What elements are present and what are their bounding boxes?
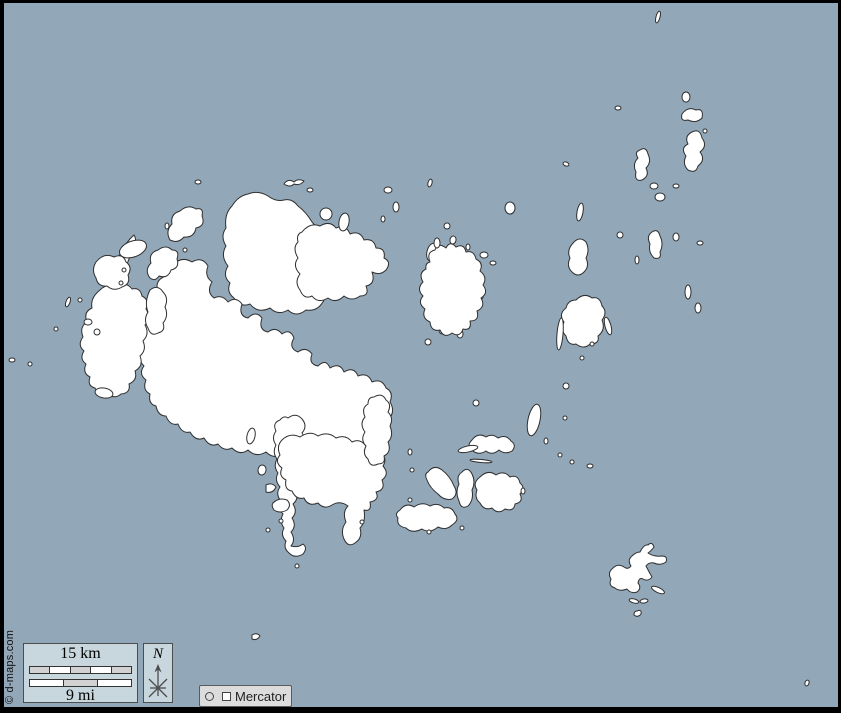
islet	[466, 244, 470, 250]
islet	[54, 327, 58, 331]
scale-segment	[97, 680, 131, 686]
islet	[122, 268, 126, 272]
scale-km-bar	[29, 666, 132, 674]
islet	[544, 438, 548, 444]
scale-mi-bar	[29, 679, 132, 687]
islet	[695, 303, 701, 313]
islet	[94, 329, 100, 335]
islet	[393, 202, 399, 212]
islet	[563, 416, 567, 420]
islet	[183, 248, 187, 252]
scale-segment	[111, 667, 131, 673]
islet	[617, 232, 623, 238]
islet	[460, 526, 464, 530]
circle-icon	[205, 692, 214, 701]
islet	[558, 453, 562, 457]
archipelago-map	[0, 0, 841, 713]
islet	[307, 188, 313, 192]
islet	[295, 564, 299, 568]
scale-segment	[30, 680, 63, 686]
islet	[505, 202, 515, 214]
scale-mi-label: 9 mi	[24, 687, 137, 705]
scale-segment	[49, 667, 69, 673]
islet	[84, 319, 92, 325]
islet	[384, 187, 392, 193]
islet	[697, 241, 703, 245]
islet	[146, 287, 167, 334]
islet	[165, 223, 169, 229]
islet	[360, 520, 364, 524]
islet	[396, 504, 457, 532]
islet	[490, 261, 496, 265]
scale-segment	[90, 667, 110, 673]
islet	[685, 285, 691, 299]
islet	[410, 468, 414, 472]
scale-segment	[30, 667, 49, 673]
scale-segment	[70, 667, 90, 673]
projection-label: Mercator	[235, 689, 286, 704]
islet	[521, 488, 525, 494]
islet	[563, 383, 569, 389]
islet	[673, 233, 679, 241]
islet	[469, 435, 514, 453]
islet	[587, 464, 593, 468]
islet	[434, 238, 440, 248]
islet	[408, 498, 412, 502]
scale-bar-panel: 15 km 9 mi	[23, 643, 138, 703]
islet	[682, 92, 690, 102]
islet	[580, 356, 584, 360]
islet	[195, 180, 201, 184]
islet	[320, 208, 332, 220]
islet	[427, 530, 431, 534]
islet	[634, 610, 641, 616]
islet	[650, 183, 658, 189]
islet	[444, 223, 450, 229]
islet	[381, 216, 385, 222]
north-arrow-star-icon	[145, 662, 171, 700]
islet	[425, 339, 431, 345]
islet	[615, 106, 621, 110]
islet	[408, 449, 412, 455]
island-sottunga	[561, 295, 605, 347]
islet	[590, 342, 594, 346]
islet	[119, 281, 123, 285]
islet	[78, 298, 82, 302]
islet	[28, 362, 32, 366]
islet	[9, 358, 15, 362]
islet	[673, 184, 679, 188]
islet	[682, 109, 703, 122]
north-label: N	[144, 644, 172, 662]
scale-segment	[63, 680, 97, 686]
islet	[473, 400, 479, 406]
islet	[266, 528, 270, 532]
islet	[703, 129, 707, 133]
islet-fish	[272, 499, 289, 512]
islet	[635, 256, 639, 264]
islet	[457, 469, 474, 507]
islet	[655, 193, 665, 201]
square-icon	[222, 692, 231, 701]
projection-panel: Mercator	[199, 685, 292, 707]
islet	[449, 236, 456, 245]
islet	[568, 239, 588, 275]
compass-panel: N	[143, 643, 173, 703]
copyright-text: © d-maps.com	[4, 630, 16, 704]
scale-km-label: 15 km	[24, 644, 137, 663]
map-canvas: 15 km 9 mi N Mercator © d-maps.com	[0, 0, 841, 713]
islet	[279, 519, 283, 523]
islet	[480, 252, 488, 258]
islet	[570, 460, 574, 464]
